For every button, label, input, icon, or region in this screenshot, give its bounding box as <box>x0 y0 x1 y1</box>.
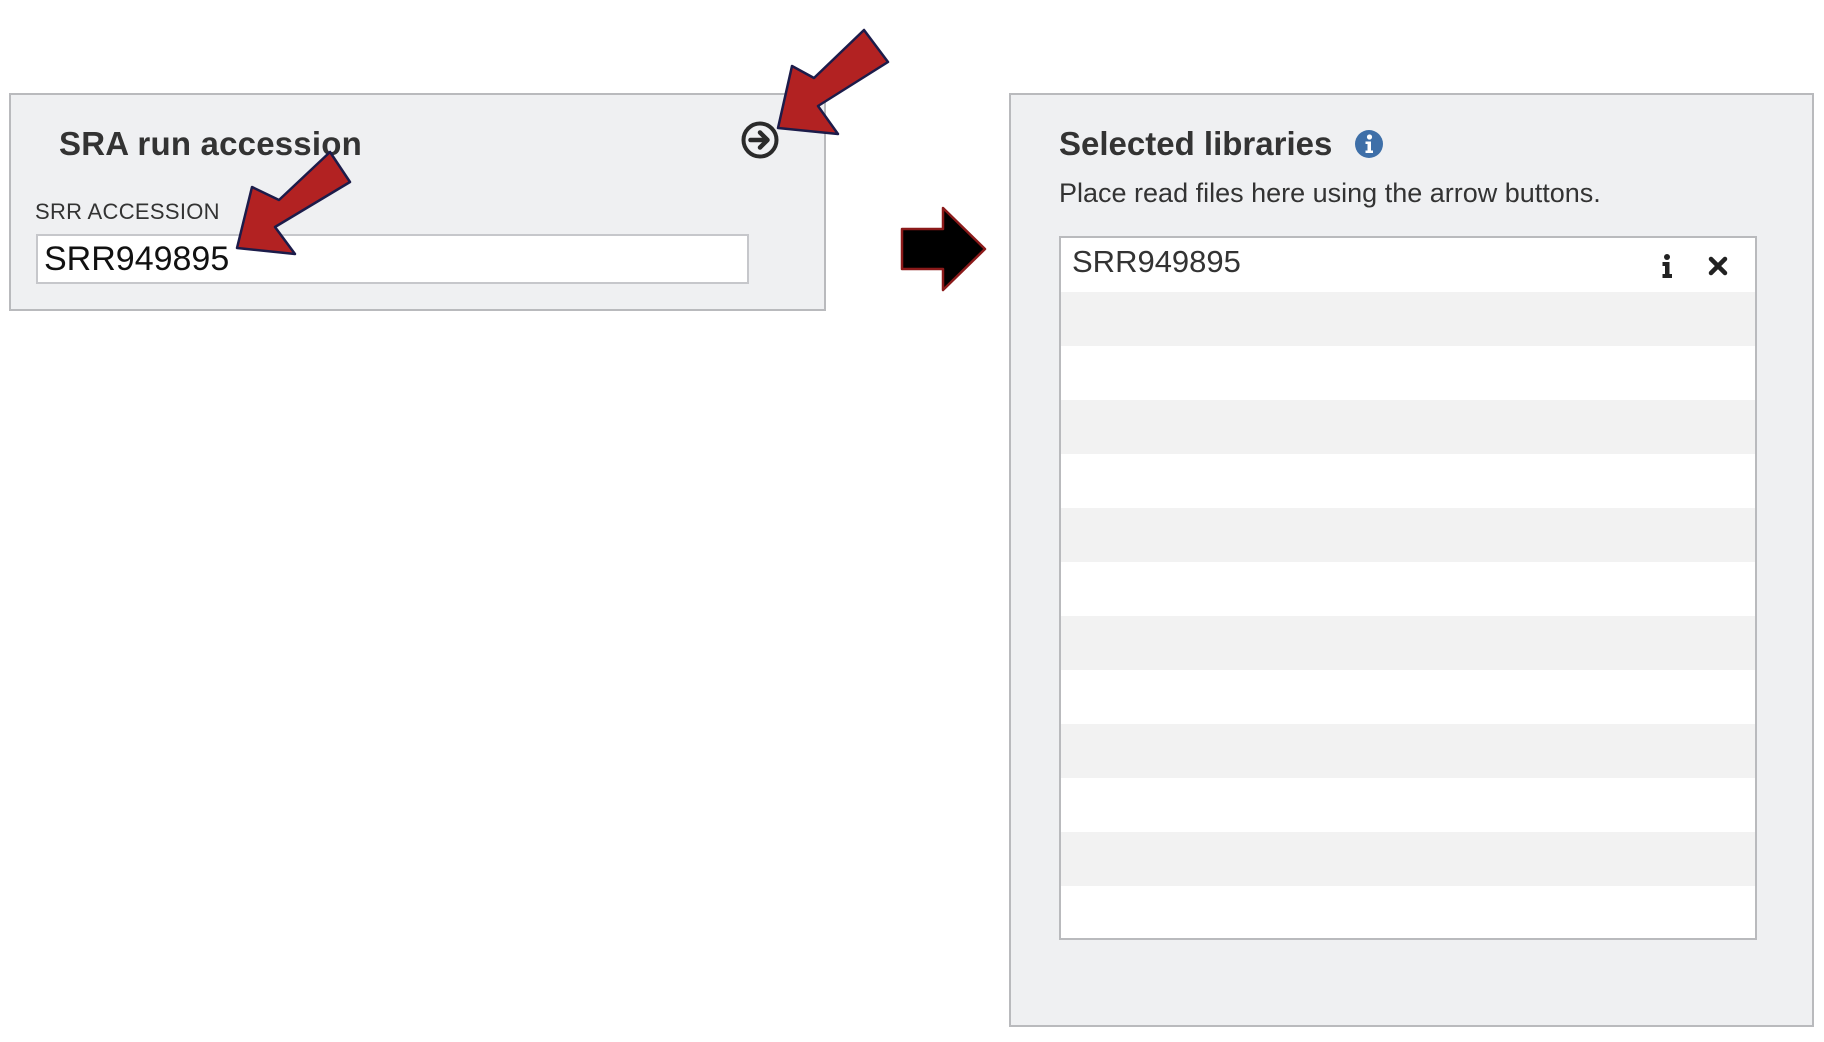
annotation-arrow-icon <box>776 28 890 136</box>
annotation-arrow-icon <box>235 150 352 256</box>
annotation-overlay <box>235 28 890 256</box>
